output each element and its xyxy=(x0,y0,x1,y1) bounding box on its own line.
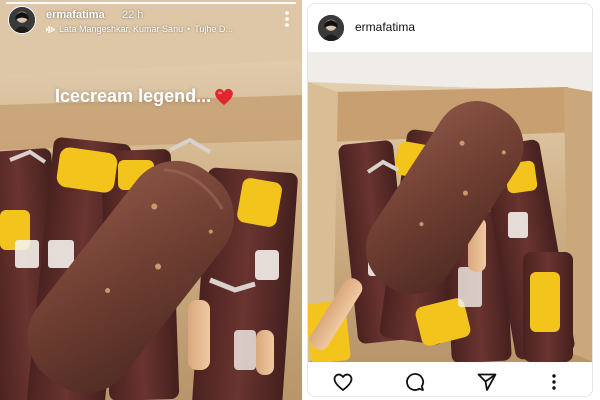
post-header: ermafatima xyxy=(308,4,592,52)
avatar[interactable] xyxy=(8,6,36,34)
avatar[interactable] xyxy=(317,14,345,42)
post-photo[interactable] xyxy=(308,52,592,362)
music-song-title: Tujhe D... xyxy=(194,24,233,34)
post-action-bar xyxy=(308,362,592,396)
story-progress-fill xyxy=(6,2,296,4)
heart-outline-icon xyxy=(333,373,353,391)
story-music-label[interactable]: Lata Mangeshkar, Kumar Sanu • Tujhe D... xyxy=(46,23,233,35)
paper-plane-icon xyxy=(477,373,497,391)
more-vertical-icon xyxy=(285,11,289,27)
story-photo: ermafatima 22 h Lata Mangeshkar, Kumar S… xyxy=(0,0,302,400)
avatar-photo-icon xyxy=(9,7,35,33)
story-caption-text: Icecream legend... xyxy=(55,86,212,106)
avatar-photo-icon xyxy=(318,15,344,41)
post-username[interactable]: ermafatima xyxy=(355,20,415,34)
comment-button[interactable] xyxy=(404,371,426,393)
post-photo-image xyxy=(308,52,592,362)
like-button[interactable] xyxy=(332,371,354,393)
story-progress-bar xyxy=(6,2,296,4)
story-timestamp: 22 h xyxy=(122,9,144,21)
story-more-button[interactable] xyxy=(280,9,294,29)
post-more-button[interactable] xyxy=(548,371,560,393)
music-artists: Lata Mangeshkar, Kumar Sanu xyxy=(59,24,184,34)
comment-bubble-icon xyxy=(406,373,425,391)
story-username[interactable]: ermafatima xyxy=(46,9,105,21)
more-vertical-icon xyxy=(552,374,556,390)
story-caption: Icecream legend... xyxy=(55,86,235,107)
story-viewer: ermafatima 22 h Lata Mangeshkar, Kumar S… xyxy=(0,0,302,400)
music-separator: • xyxy=(187,24,191,34)
post-card: ermafatima xyxy=(307,3,593,397)
story-photo-image xyxy=(0,0,302,400)
page-margin xyxy=(593,0,600,400)
story-header: ermafatima 22 h Lata Mangeshkar, Kumar S… xyxy=(8,6,298,36)
red-heart-icon xyxy=(213,87,235,107)
share-button[interactable] xyxy=(476,371,498,393)
music-bars-icon xyxy=(46,25,55,34)
